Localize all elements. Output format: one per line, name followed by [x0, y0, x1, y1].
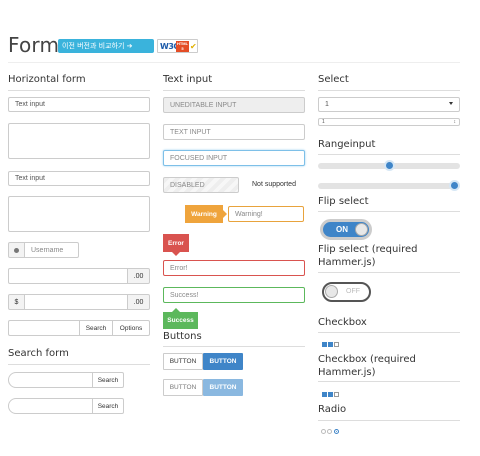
search-form-title: Search form	[8, 348, 69, 359]
disabled-input: DISABLED	[163, 177, 239, 193]
compare-version-link[interactable]: 이전 버전과 비교하기 ➔	[58, 39, 154, 53]
spinner-icon: ↕	[453, 119, 457, 125]
warning-tag: Warning	[185, 205, 223, 223]
horizontal-form-title: Horizontal form	[8, 74, 86, 85]
error-tag: Error	[163, 234, 189, 252]
username-input[interactable]: Username	[24, 242, 79, 258]
options-button[interactable]: Options	[112, 320, 150, 336]
textarea-1[interactable]	[8, 123, 150, 159]
text-input-1-value: Text input	[15, 101, 45, 108]
button-primary-1[interactable]: BUTTON	[203, 353, 243, 370]
flip-off-label: OFF	[346, 288, 360, 295]
checkbox-1[interactable]	[322, 342, 327, 347]
radio-3[interactable]	[334, 429, 339, 434]
search-options-input[interactable]	[8, 320, 80, 336]
select-title: Select	[318, 74, 349, 85]
caret-down-icon	[449, 102, 453, 105]
text-input-2[interactable]: Text input	[8, 171, 150, 186]
currency-prefix: $	[8, 294, 25, 310]
toggle-knob	[325, 285, 338, 298]
amount-suffix: .00	[127, 268, 150, 284]
rangeinput-title: Rangeinput	[318, 139, 376, 150]
search-input-1[interactable]	[8, 372, 100, 388]
search-button-2[interactable]: Search	[92, 398, 124, 414]
text-input-plain[interactable]: TEXT INPUT	[163, 124, 305, 140]
textarea-2[interactable]	[8, 196, 150, 232]
check-icon: ✔	[190, 42, 197, 51]
section-divider	[318, 90, 460, 91]
search-button[interactable]: Search	[79, 320, 113, 336]
flip-select-hammer-title: Flip select (required Hammer.js)	[318, 244, 418, 268]
uneditable-input-value: UNEDITABLE INPUT	[170, 101, 237, 109]
section-divider	[318, 211, 460, 212]
range-thumb-1[interactable]	[383, 160, 395, 171]
focused-input[interactable]: FOCUSED INPUT	[163, 150, 305, 166]
checkbox-3[interactable]	[334, 342, 339, 347]
currency-suffix: .00	[127, 294, 150, 310]
button-primary-disabled: BUTTON	[203, 379, 243, 396]
success-input[interactable]: Success!	[163, 287, 305, 303]
button-default-1[interactable]: BUTTON	[163, 353, 203, 370]
page-title: Form	[8, 33, 60, 57]
select-2[interactable]: 1 ↕	[318, 118, 460, 126]
error-input[interactable]: Error!	[163, 260, 305, 276]
search-input-2[interactable]	[8, 398, 100, 414]
flip-toggle-off[interactable]: OFF	[322, 282, 371, 302]
button-default-disabled: BUTTON	[163, 379, 203, 396]
success-tag: Success	[163, 312, 198, 329]
radio-title: Radio	[318, 404, 347, 415]
select-1[interactable]: 1	[318, 97, 460, 112]
flip-toggle-on[interactable]: ON	[320, 219, 372, 240]
toggle-knob	[355, 223, 368, 236]
section-divider	[318, 420, 460, 421]
range-thumb-2[interactable]	[449, 180, 460, 191]
disabled-input-value: DISABLED	[170, 181, 205, 189]
select-1-value: 1	[325, 101, 329, 108]
warning-tag-arrow	[223, 210, 227, 218]
checkbox-hammer-3[interactable]	[334, 392, 339, 397]
html5-logo: HTML 5	[176, 41, 189, 52]
section-divider	[163, 90, 305, 91]
section-divider	[318, 381, 460, 382]
currency-input[interactable]	[24, 294, 128, 310]
text-input-title: Text input	[163, 74, 213, 85]
text-input-plain-placeholder: TEXT INPUT	[170, 128, 211, 136]
section-divider	[8, 90, 150, 91]
section-divider	[318, 154, 460, 155]
range-track-2[interactable]	[318, 183, 460, 189]
warning-input[interactable]: Warning!	[228, 206, 304, 222]
checkbox-title: Checkbox	[318, 317, 367, 328]
amount-input[interactable]	[8, 268, 128, 284]
section-divider	[8, 364, 150, 365]
not-supported-label: Not supported	[252, 181, 296, 188]
section-divider	[318, 332, 460, 333]
error-tag-arrow	[172, 252, 180, 256]
checkbox-hammer-1[interactable]	[322, 392, 327, 397]
username-placeholder: Username	[31, 246, 64, 254]
header-divider	[8, 62, 460, 63]
select-2-value: 1	[322, 119, 325, 125]
flip-on-label: ON	[336, 225, 348, 234]
focused-input-placeholder: FOCUSED INPUT	[170, 154, 228, 162]
search-button-1[interactable]: Search	[92, 372, 124, 388]
error-input-value: Error!	[170, 264, 188, 272]
user-icon	[14, 247, 19, 253]
warning-input-value: Warning!	[235, 210, 263, 218]
text-input-1[interactable]: Text input	[8, 97, 150, 112]
success-input-value: Success!	[170, 291, 199, 299]
section-divider	[163, 346, 305, 347]
w3c-html5-badge: W3C HTML 5 ✔	[157, 39, 198, 53]
radio-1[interactable]	[321, 429, 326, 434]
checkbox-hammer-2[interactable]	[328, 392, 333, 397]
checkbox-hammer-title: Checkbox (required Hammer.js)	[318, 354, 416, 378]
text-input-2-value: Text input	[15, 175, 45, 182]
section-divider	[318, 272, 460, 273]
flip-select-title: Flip select	[318, 196, 369, 207]
user-addon	[8, 242, 25, 258]
checkbox-2[interactable]	[328, 342, 333, 347]
buttons-title: Buttons	[163, 331, 202, 342]
radio-2[interactable]	[327, 429, 332, 434]
uneditable-input: UNEDITABLE INPUT	[163, 97, 305, 113]
